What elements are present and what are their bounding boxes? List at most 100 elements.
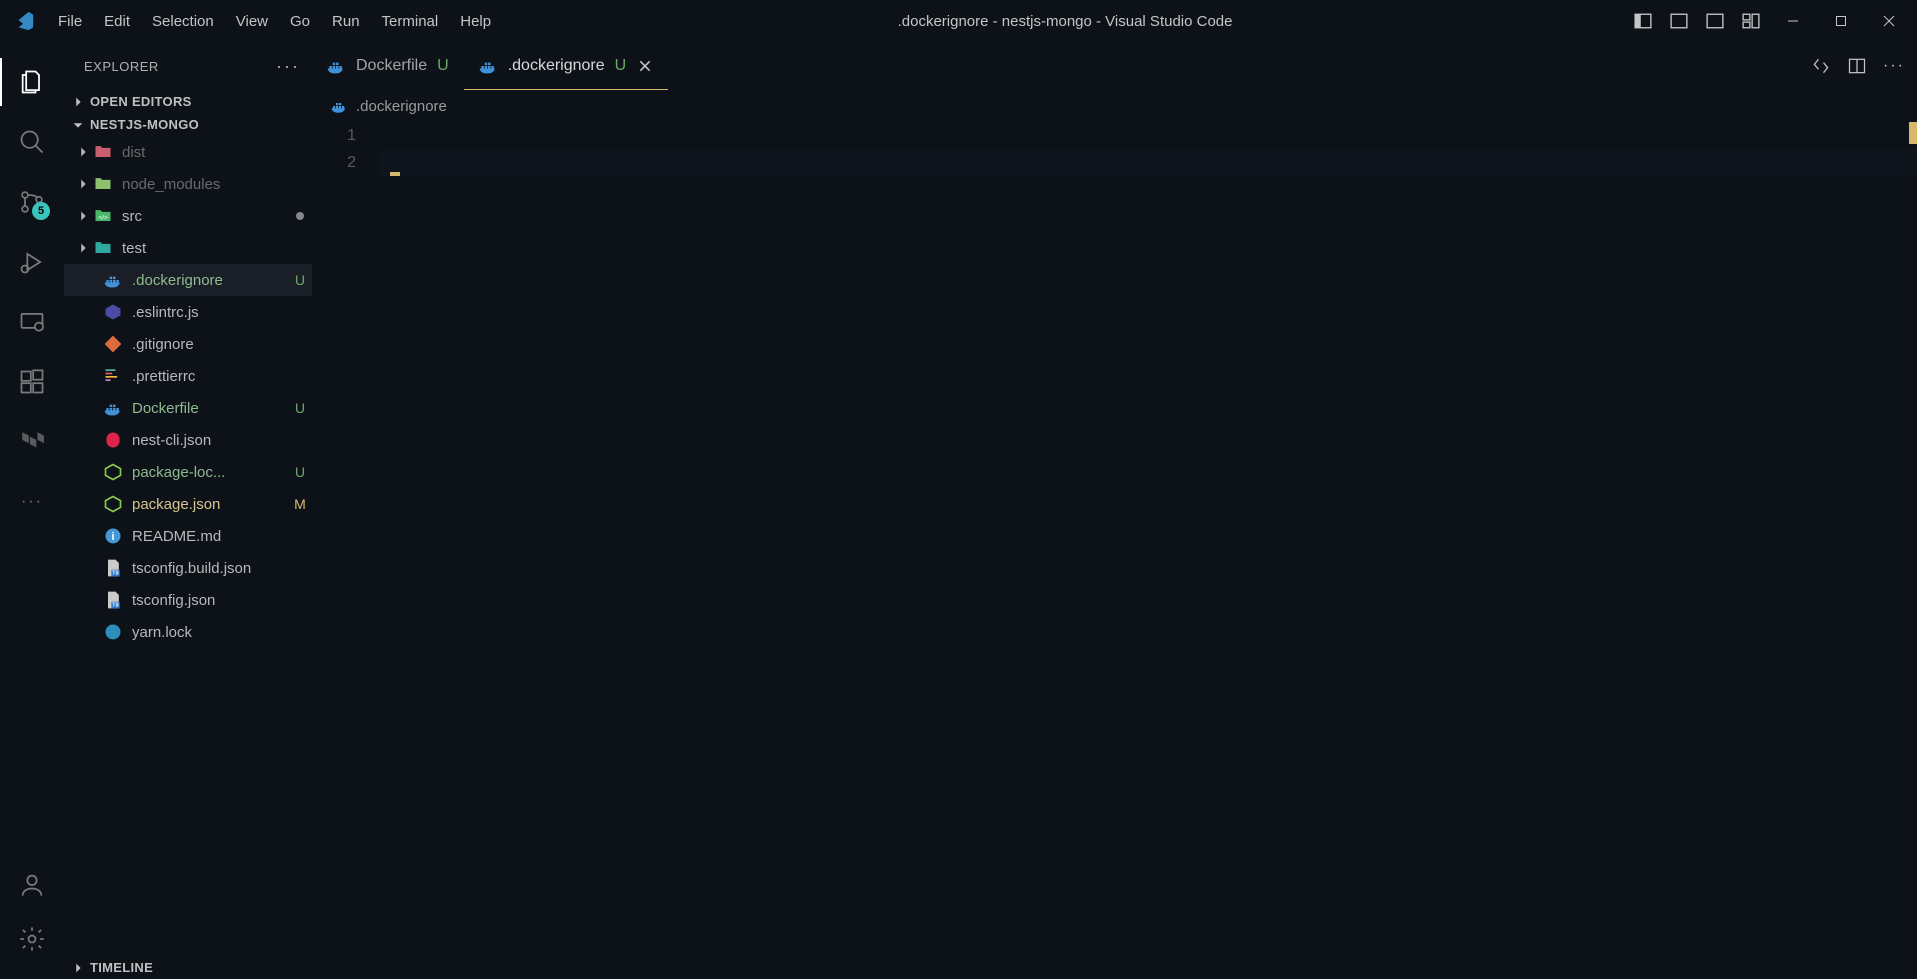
activity-explorer[interactable] [8, 58, 56, 106]
file-item[interactable]: .eslintrc.js [64, 296, 312, 328]
tabs-bar: Dockerfile U .dockerignore U [312, 42, 1917, 90]
folder-test-icon [92, 237, 114, 259]
file-tree: dist node_modules </> src test .dockerignoreU… [64, 136, 312, 956]
file-item[interactable]: nest-cli.json [64, 424, 312, 456]
tsconfig-icon: TS [102, 557, 124, 579]
chevron-right-icon [74, 177, 92, 191]
docker-icon [330, 97, 348, 115]
item-label: test [122, 240, 312, 257]
vscode-logo-icon [12, 9, 36, 33]
tsconfig-icon: TS [102, 589, 124, 611]
timeline-section[interactable]: TIMELINE [64, 956, 312, 979]
item-label: dist [122, 144, 312, 161]
folder-red-icon [92, 141, 114, 163]
sidebar-header: EXPLORER ··· [64, 42, 312, 90]
close-icon[interactable] [636, 57, 654, 75]
menu-file[interactable]: File [48, 7, 92, 36]
editor-actions: ··· [1811, 42, 1917, 90]
section-label: OPEN EDITORS [90, 94, 192, 109]
activity-extensions[interactable] [8, 358, 56, 406]
docker-icon [326, 56, 346, 76]
item-label: nest-cli.json [132, 432, 312, 449]
menu-selection[interactable]: Selection [142, 7, 224, 36]
item-label: node_modules [122, 176, 312, 193]
tab-git-status: U [615, 57, 627, 75]
activity-search[interactable] [8, 118, 56, 166]
file-item[interactable]: package-loc...U [64, 456, 312, 488]
project-section[interactable]: NESTJS-MONGO [64, 113, 312, 136]
breadcrumb-file: .dockerignore [356, 98, 447, 115]
code-area[interactable] [380, 122, 1917, 176]
activity-debug[interactable] [8, 238, 56, 286]
docker-icon [102, 269, 124, 291]
sidebar-title: EXPLORER [84, 59, 159, 74]
menu-view[interactable]: View [226, 7, 278, 36]
chevron-right-icon [74, 145, 92, 159]
menu-help[interactable]: Help [450, 7, 501, 36]
git-status: M [288, 496, 312, 512]
file-item[interactable]: DockerfileU [64, 392, 312, 424]
folder-item[interactable]: node_modules [64, 168, 312, 200]
item-label: tsconfig.json [132, 592, 312, 609]
node-icon [102, 461, 124, 483]
ruler-mark [1909, 122, 1917, 144]
window-minimize-button[interactable] [1773, 3, 1813, 39]
file-item[interactable]: package.jsonM [64, 488, 312, 520]
folder-item[interactable]: dist [64, 136, 312, 168]
sidebar-more-button[interactable]: ··· [276, 56, 300, 77]
layout-panel-icon[interactable] [1665, 7, 1693, 35]
layout-primary-sidebar-icon[interactable] [1629, 7, 1657, 35]
customize-layout-icon[interactable] [1737, 7, 1765, 35]
item-label: src [122, 208, 296, 225]
file-item[interactable]: .prettierrc [64, 360, 312, 392]
titlebar-right [1629, 3, 1909, 39]
yarn-icon [102, 621, 124, 643]
overview-ruler[interactable] [1903, 122, 1917, 979]
folder-item[interactable]: </> src [64, 200, 312, 232]
open-editors-section[interactable]: OPEN EDITORS [64, 90, 312, 113]
activity-account[interactable] [8, 861, 56, 909]
svg-text:i: i [111, 531, 114, 543]
cursor [390, 172, 400, 176]
item-label: tsconfig.build.json [132, 560, 312, 577]
window-close-button[interactable] [1869, 3, 1909, 39]
tab-dockerfile[interactable]: Dockerfile U [312, 42, 464, 90]
menu-go[interactable]: Go [280, 7, 320, 36]
node-icon [102, 493, 124, 515]
code-line[interactable] [380, 122, 1917, 149]
breadcrumb[interactable]: .dockerignore [312, 90, 1917, 122]
activity-terraform[interactable] [8, 418, 56, 466]
file-item[interactable]: .dockerignoreU [64, 264, 312, 296]
git-status: U [288, 272, 312, 288]
tab-dockerignore[interactable]: .dockerignore U [464, 42, 670, 90]
file-item[interactable]: yarn.lock [64, 616, 312, 648]
chevron-right-icon [70, 961, 86, 975]
gutter: 1 2 [312, 122, 380, 176]
folder-item[interactable]: test [64, 232, 312, 264]
activity-overflow[interactable]: ··· [8, 478, 56, 526]
folder-src-icon: </> [92, 205, 114, 227]
file-item[interactable]: TS tsconfig.build.json [64, 552, 312, 584]
prettier-icon [102, 365, 124, 387]
activity-settings[interactable] [8, 915, 56, 963]
tab-label: .dockerignore [508, 57, 605, 75]
file-item[interactable]: TS tsconfig.json [64, 584, 312, 616]
menu-terminal[interactable]: Terminal [372, 7, 449, 36]
sidebar-explorer: EXPLORER ··· OPEN EDITORS NESTJS-MONGO d… [64, 42, 312, 979]
svg-text:TS: TS [112, 571, 119, 577]
file-item[interactable]: iREADME.md [64, 520, 312, 552]
split-editor-icon[interactable] [1847, 56, 1867, 76]
menu-edit[interactable]: Edit [94, 7, 140, 36]
git-status: U [288, 400, 312, 416]
code-line[interactable] [380, 149, 1917, 176]
editor-more-icon[interactable]: ··· [1883, 57, 1905, 75]
layout-secondary-sidebar-icon[interactable] [1701, 7, 1729, 35]
file-item[interactable]: .gitignore [64, 328, 312, 360]
menu-run[interactable]: Run [322, 7, 370, 36]
window-maximize-button[interactable] [1821, 3, 1861, 39]
activity-scm[interactable]: 5 [8, 178, 56, 226]
editor[interactable]: 1 2 [312, 122, 1917, 979]
activity-remote[interactable] [8, 298, 56, 346]
compare-changes-icon[interactable] [1811, 56, 1831, 76]
item-label: .eslintrc.js [132, 304, 312, 321]
